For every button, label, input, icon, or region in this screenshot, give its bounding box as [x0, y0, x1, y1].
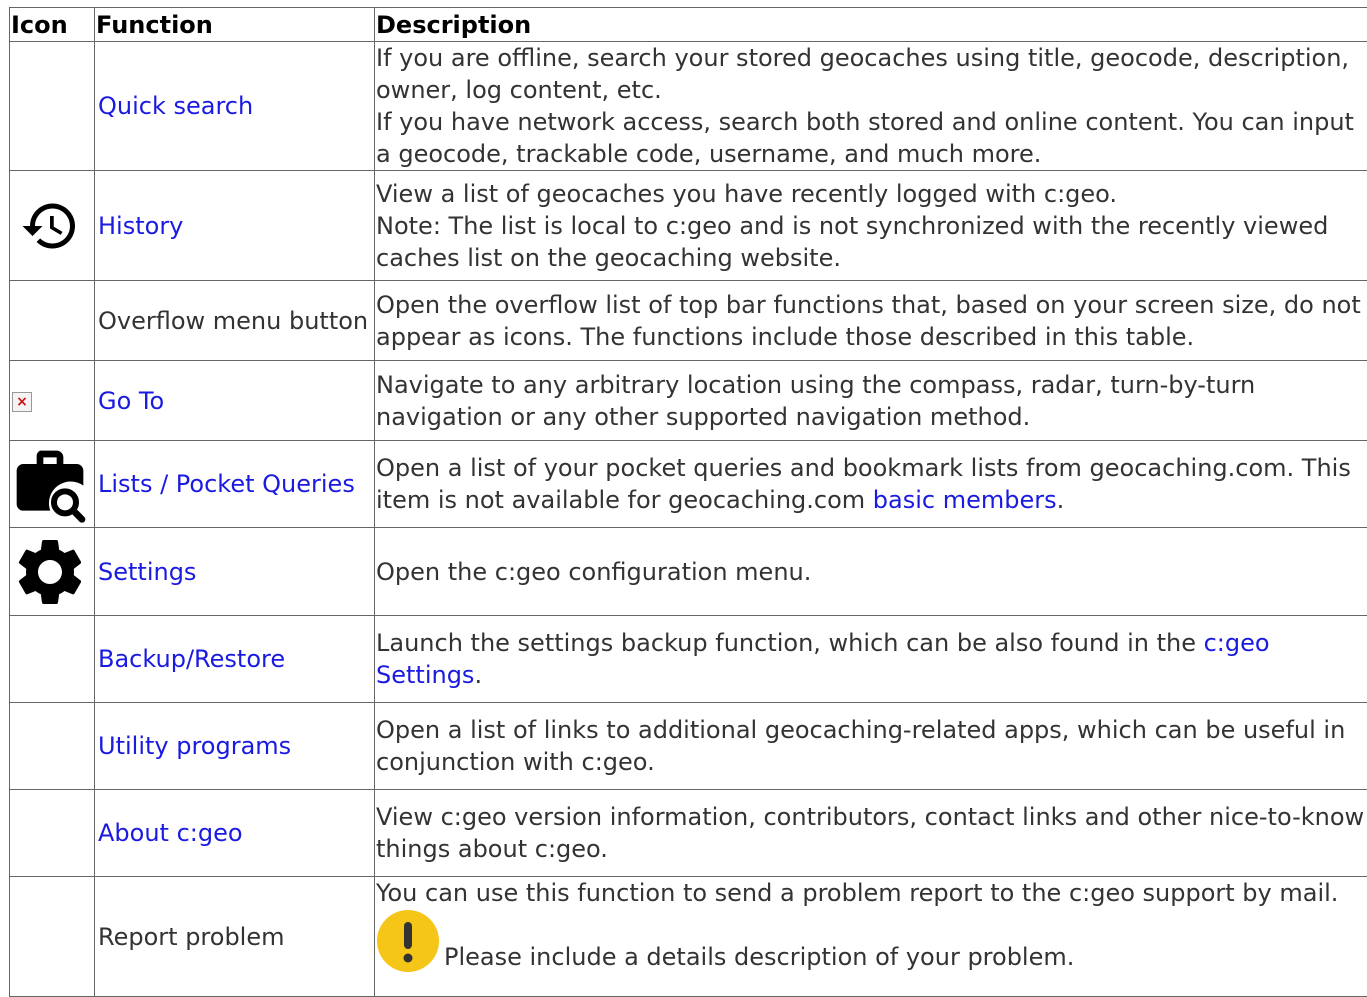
description-cell: View c:geo version information, contribu…: [374, 789, 1367, 877]
exclamation-icon: [377, 910, 439, 972]
table-row: History View a list of geocaches you hav…: [9, 170, 1367, 281]
description-text: Open the overflow list of top bar functi…: [376, 290, 1361, 351]
description-cell: Navigate to any arbitrary location using…: [374, 360, 1367, 441]
description-cell: Open a list of links to additional geoca…: [374, 702, 1367, 790]
gear-icon: [18, 539, 82, 604]
icon-cell: [9, 280, 95, 361]
icon-cell: [9, 41, 95, 171]
description-line: If you have network access, search both …: [376, 108, 1354, 168]
icon-cell: [9, 702, 95, 790]
description-text: Launch the settings backup function, whi…: [376, 629, 1204, 657]
header-function: Function: [94, 7, 375, 42]
description-text-end: .: [474, 661, 483, 689]
backup-restore-link[interactable]: Backup/Restore: [98, 645, 285, 673]
table-row: Quick search If you are offline, search …: [9, 41, 1367, 171]
icon-cell: [9, 615, 95, 703]
function-cell: History: [94, 170, 375, 281]
function-cell: Quick search: [94, 41, 375, 171]
function-cell: Settings: [94, 527, 375, 616]
table-row: About c:geo View c:geo version informati…: [9, 789, 1367, 877]
table-row: Lists / Pocket Queries Open a list of yo…: [9, 440, 1367, 528]
description-cell: If you are offline, search your stored g…: [374, 41, 1367, 171]
function-cell: Utility programs: [94, 702, 375, 790]
table-row: Report problem You can use this function…: [9, 876, 1367, 997]
icon-cell: [9, 789, 95, 877]
description-text-end: .: [1056, 486, 1065, 514]
note-box: Please include a details description of …: [376, 909, 1365, 973]
description-line: Note: The list is local to c:geo and is …: [376, 211, 1329, 272]
go-to-link[interactable]: Go To: [98, 387, 164, 415]
description-cell: You can use this function to send a prob…: [374, 876, 1367, 997]
note-text: Please include a details description of …: [444, 943, 1075, 971]
function-cell: Overflow menu button: [94, 280, 375, 361]
settings-link[interactable]: Settings: [98, 558, 196, 586]
icon-cell: ×: [9, 360, 95, 441]
overflow-menu-label: Overflow menu button: [98, 306, 369, 335]
icon-cell: [9, 876, 95, 997]
icon-cell: [9, 440, 95, 528]
function-cell: Lists / Pocket Queries: [94, 440, 375, 528]
about-cgeo-link[interactable]: About c:geo: [98, 819, 243, 847]
description-cell: Open a list of your pocket queries and b…: [374, 440, 1367, 528]
table-row: Settings Open the c:geo configuration me…: [9, 527, 1367, 616]
description-text: View c:geo version information, contribu…: [376, 803, 1365, 863]
table-row: × Go To Navigate to any arbitrary locati…: [9, 360, 1367, 441]
description-cell: Open the c:geo configuration menu.: [374, 527, 1367, 616]
description-text: Open a list of links to additional geoca…: [376, 716, 1346, 776]
broken-image-icon: ×: [12, 391, 32, 412]
history-link[interactable]: History: [98, 212, 183, 240]
functions-table: Icon Function Description Quick search I…: [9, 7, 1367, 997]
lists-pocket-queries-link[interactable]: Lists / Pocket Queries: [98, 470, 355, 498]
description-cell: View a list of geocaches you have recent…: [374, 170, 1367, 281]
basic-members-link[interactable]: basic members: [873, 486, 1057, 514]
header-icon: Icon: [9, 7, 95, 42]
table-row: Overflow menu button Open the overflow l…: [9, 280, 1367, 361]
icon-cell: [9, 170, 95, 281]
briefcase-search-icon: [16, 450, 86, 523]
description-text: You can use this function to send a prob…: [376, 879, 1339, 907]
table-row: Backup/Restore Launch the settings backu…: [9, 615, 1367, 703]
function-cell: Backup/Restore: [94, 615, 375, 703]
report-problem-label: Report problem: [98, 922, 285, 951]
description-text: Open the c:geo configuration menu.: [376, 557, 812, 586]
icon-cell: [9, 527, 95, 616]
table-header-row: Icon Function Description: [9, 7, 1367, 42]
description-line: View a list of geocaches you have recent…: [376, 179, 1118, 208]
description-cell: Open the overflow list of top bar functi…: [374, 280, 1367, 361]
quick-search-link[interactable]: Quick search: [98, 92, 253, 120]
function-cell: Go To: [94, 360, 375, 441]
utility-programs-link[interactable]: Utility programs: [98, 732, 291, 760]
function-cell: Report problem: [94, 876, 375, 997]
description-text: Open a list of your pocket queries and b…: [376, 454, 1351, 514]
description-line: If you are offline, search your stored g…: [376, 44, 1350, 104]
table-row: Utility programs Open a list of links to…: [9, 702, 1367, 790]
description-cell: Launch the settings backup function, whi…: [374, 615, 1367, 703]
function-cell: About c:geo: [94, 789, 375, 877]
history-icon: [22, 203, 75, 249]
header-description: Description: [374, 7, 1367, 42]
description-text: Navigate to any arbitrary location using…: [376, 370, 1256, 431]
